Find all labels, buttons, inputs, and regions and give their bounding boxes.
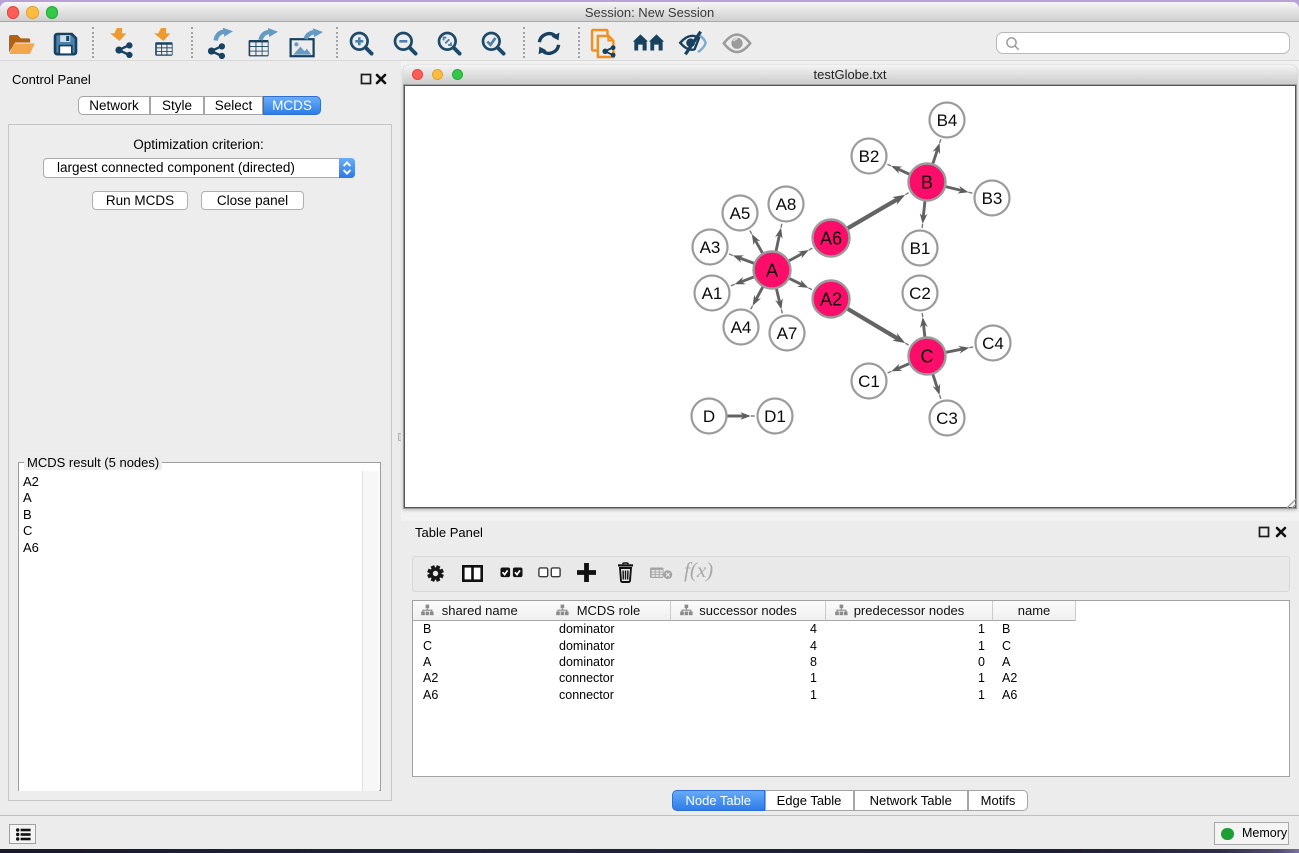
svg-text:B1: B1 bbox=[910, 239, 931, 258]
svg-text:B2: B2 bbox=[859, 147, 880, 166]
svg-text:A5: A5 bbox=[730, 204, 751, 223]
svg-text:C1: C1 bbox=[858, 372, 880, 391]
svg-text:A: A bbox=[766, 261, 778, 281]
svg-text:B4: B4 bbox=[937, 111, 958, 130]
svg-text:C4: C4 bbox=[982, 334, 1004, 353]
svg-text:C: C bbox=[921, 347, 934, 367]
svg-text:A1: A1 bbox=[702, 284, 723, 303]
svg-text:D1: D1 bbox=[764, 407, 786, 426]
svg-text:C2: C2 bbox=[909, 284, 931, 303]
svg-text:D: D bbox=[703, 407, 715, 426]
svg-text:A8: A8 bbox=[776, 195, 797, 214]
svg-text:C3: C3 bbox=[936, 409, 958, 428]
svg-text:A4: A4 bbox=[731, 318, 752, 337]
svg-text:A3: A3 bbox=[700, 238, 721, 257]
svg-text:A7: A7 bbox=[777, 324, 798, 343]
svg-text:B: B bbox=[921, 173, 933, 193]
svg-text:B3: B3 bbox=[982, 189, 1003, 208]
svg-text:A2: A2 bbox=[820, 290, 842, 310]
svg-text:A6: A6 bbox=[820, 229, 842, 249]
